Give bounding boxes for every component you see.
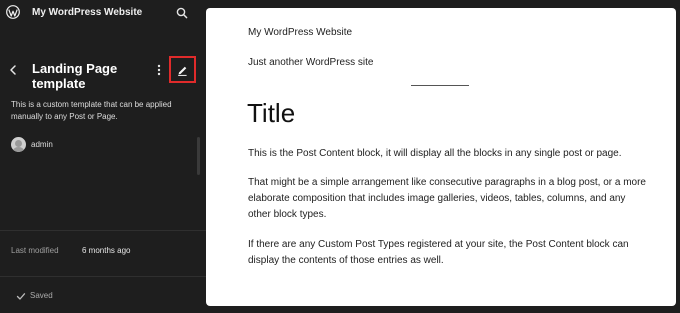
preview-site-title: My WordPress Website [248,27,353,38]
template-description: This is a custom template that can be ap… [11,100,172,121]
check-icon [16,293,26,300]
author-name: admin [31,140,53,149]
edit-template-button[interactable] [169,56,196,83]
preview-paragraph-3: If there are any Custom Post Types regis… [248,239,629,266]
template-title: Landing Page template [32,61,118,91]
preview-paragraph-2: That might be a simple arrangement like … [248,177,646,220]
last-modified-value: 6 months ago [82,246,131,255]
wordpress-logo-icon[interactable] [6,5,20,19]
search-icon[interactable] [174,5,190,21]
pencil-icon [178,66,187,76]
avatar [11,137,26,152]
sidebar-scrollbar[interactable] [197,137,200,175]
sidebar-header: My WordPress Website [0,0,206,28]
preview-paragraph-1: This is the Post Content block, it will … [248,148,622,159]
footer-divider [0,276,206,277]
more-vertical-icon [157,64,161,76]
preview-separator [411,85,469,86]
preview-site-tagline: Just another WordPress site [248,57,374,68]
site-name[interactable]: My WordPress Website [32,7,142,18]
saved-label: Saved [30,291,53,300]
more-options-button[interactable] [154,62,164,78]
site-editor-sidebar: My WordPress Website Landing Page templa… [0,0,206,313]
back-button[interactable] [6,62,20,78]
template-preview-canvas[interactable]: My WordPress Website Just another WordPr… [206,8,676,306]
meta-divider [0,230,206,231]
chevron-left-icon [10,65,16,75]
last-modified-label: Last modified [11,246,59,255]
preview-post-title: Title [247,98,296,128]
